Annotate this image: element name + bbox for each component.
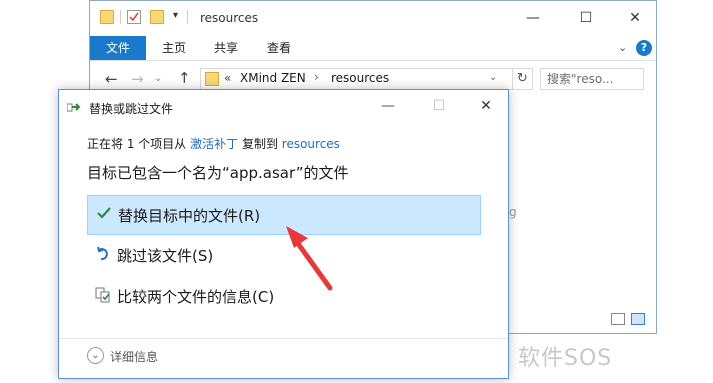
breadcrumb-overflow[interactable]: « [224,71,231,85]
large-icons-view-icon[interactable] [631,313,645,325]
tab-view[interactable]: 查看 [267,36,291,60]
breadcrumb-separator-icon[interactable]: › [314,70,319,84]
recent-dropdown-icon[interactable]: ⌄ [154,73,162,84]
maximize-button[interactable]: ☐ [576,8,596,28]
window-title: resources [200,11,259,25]
breadcrumb-item[interactable]: resources [331,71,389,85]
details-view-icon[interactable] [611,313,625,325]
progress-prefix: 正在将 1 个项目从 [87,137,187,151]
skip-option-label: 跳过该文件(S) [117,247,214,265]
tab-share[interactable]: 共享 [214,36,238,60]
address-dropdown-icon[interactable]: ⌄ [489,72,497,83]
forward-arrow-icon[interactable]: → [131,70,144,88]
tab-file[interactable]: 文件 [90,36,146,60]
progress-middle: 复制到 [241,137,278,151]
annotation-arrow [286,226,333,291]
search-input[interactable]: 搜索"reso... [540,68,644,90]
dialog-heading: 目标已包含一个名为“app.asar”的文件 [87,164,349,182]
tab-home[interactable]: 主页 [162,36,186,60]
footer-divider [59,338,508,339]
minimize-button[interactable]: — [378,96,398,116]
properties-icon[interactable] [127,10,141,24]
folder-icon [205,72,219,86]
divider [187,10,188,24]
new-folder-icon[interactable] [150,10,164,24]
skip-icon [95,246,111,265]
ribbon: 文件 主页 共享 查看 ⌄ ? [90,36,656,60]
breadcrumb-item[interactable]: XMind ZEN [240,71,306,85]
background-text: g [509,205,517,219]
maximize-button: ☐ [432,98,446,114]
qat-dropdown-icon[interactable]: ▾ [173,10,178,21]
dialog-title: 替换或跳过文件 [89,102,174,116]
help-icon[interactable]: ? [636,40,652,56]
destination-folder-link[interactable]: resources [282,137,340,151]
details-label[interactable]: 详细信息 [110,348,158,365]
copy-file-icon [66,102,81,114]
expand-details-icon[interactable]: ⌄ [87,347,104,364]
copy-progress-text: 正在将 1 个项目从 激活补丁 复制到 resources [87,135,340,152]
compare-icon [95,287,111,306]
address-bar[interactable]: « XMind ZEN › resources ⌄ [200,68,513,90]
close-button[interactable]: ✕ [476,96,496,116]
refresh-icon[interactable]: ↻ [513,68,533,90]
divider [120,10,121,24]
close-button[interactable]: ✕ [625,8,645,28]
compare-option-label: 比较两个文件的信息(C) [117,288,275,306]
ribbon-divider [90,60,656,61]
replace-option-label: 替换目标中的文件(R) [118,207,261,225]
watermark: 软件SOS [518,346,613,371]
back-arrow-icon[interactable]: ← [105,70,118,88]
minimize-button[interactable]: — [523,8,543,28]
folder-icon [100,10,114,24]
check-icon [96,205,112,224]
ribbon-expand-icon[interactable]: ⌄ [618,41,627,54]
up-arrow-icon[interactable]: ↑ [178,69,191,87]
source-folder-link[interactable]: 激活补丁 [190,137,238,151]
